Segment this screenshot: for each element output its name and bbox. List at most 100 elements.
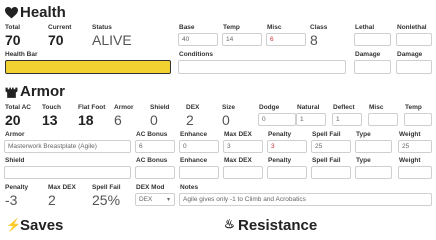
dex-mod-select[interactable]: DEX ▾ (135, 193, 175, 206)
misc-input[interactable]: 6 (266, 33, 306, 46)
armor-misc-input[interactable] (368, 113, 398, 126)
armor-penalty-total-label: Penalty (5, 184, 29, 191)
deflect-label: Deflect (333, 104, 355, 111)
chevron-down-icon: ▾ (166, 197, 170, 203)
health-bar (5, 60, 171, 74)
shield-item-enhance-label: Enhance (180, 157, 208, 164)
conditions-input[interactable] (178, 60, 346, 74)
armor-item-ac-bonus-input[interactable]: 6 (135, 140, 175, 153)
health-title: Health (20, 4, 66, 21)
current-value: 70 (48, 32, 64, 48)
total-label: Total (5, 24, 21, 31)
shield-item-label: Shield (5, 157, 25, 164)
armor-item-enhance-label: Enhance (180, 131, 208, 138)
armor-item-weight-label: Weight (399, 131, 421, 138)
armor-title: Armor (20, 83, 66, 100)
notes-label: Notes (180, 184, 199, 191)
misc-label: Misc (267, 24, 282, 31)
armor-item-ac-bonus-label: AC Bonus (136, 131, 168, 138)
heart-icon (5, 7, 18, 19)
natural-label: Natural (297, 104, 320, 111)
total-ac-value: 20 (5, 112, 21, 128)
shield-item-penalty-label: Penalty (268, 157, 292, 164)
dodge-input[interactable]: 0 (258, 113, 296, 126)
damage-input-2[interactable] (396, 60, 432, 74)
shield-item-ac-bonus-input[interactable] (135, 166, 175, 179)
armor-item-label: Armor (5, 131, 25, 138)
max-dex-total-label: Max DEX (48, 184, 76, 191)
armor-item-max-dex-label: Max DEX (224, 131, 252, 138)
natural-input[interactable]: 1 (296, 113, 326, 126)
shield-item-max-dex-label: Max DEX (224, 157, 252, 164)
damage-label: Damage (355, 51, 381, 58)
flat-foot-label: Flat Foot (78, 104, 106, 111)
temp-label: Temp (223, 24, 240, 31)
armor-item-penalty-label: Penalty (268, 131, 292, 138)
shield-item-spell-fail-label: Spell Fail (312, 157, 341, 164)
class-value: 8 (310, 32, 318, 48)
dex-label: DEX (186, 104, 200, 111)
status-value: ALIVE (92, 32, 132, 48)
shield-item-spell-fail-input[interactable] (311, 166, 351, 179)
armor-item-input[interactable]: Masterwork Breastplate (Agile) (4, 140, 131, 153)
dex-mod-selected: DEX (139, 196, 153, 203)
shield-item-weight-label: Weight (399, 157, 421, 164)
conditions-label: Conditions (179, 51, 213, 58)
dex-value: 2 (186, 112, 194, 128)
shield-item-penalty-input[interactable] (267, 166, 307, 179)
shield-bonus-label: Shield (150, 104, 170, 111)
armor-item-type-label: Type (356, 131, 371, 138)
nonlethal-label: Nonlethal (397, 24, 427, 31)
armor-item-spell-fail-input[interactable]: 25 (311, 140, 351, 153)
lightning-icon: ⚡ (6, 218, 21, 232)
armor-item-enhance-input[interactable]: 0 (179, 140, 219, 153)
touch-label: Touch (42, 104, 62, 111)
nonlethal-input[interactable] (396, 33, 432, 46)
flame-icon: ♨ (224, 217, 235, 231)
flat-foot-value: 18 (78, 112, 94, 128)
max-dex-total-value: 2 (48, 192, 56, 208)
damage-input[interactable] (354, 60, 391, 74)
spell-fail-total-label: Spell Fail (92, 184, 121, 191)
temp-input[interactable]: 14 (222, 33, 262, 46)
resistance-title: Resistance (238, 217, 318, 234)
shield-item-type-input[interactable] (355, 166, 392, 179)
shield-item-enhance-input[interactable] (179, 166, 219, 179)
dodge-label: Dodge (259, 104, 280, 111)
saves-title: Saves (20, 217, 64, 234)
touch-value: 13 (42, 112, 58, 128)
shield-item-ac-bonus-label: AC Bonus (136, 157, 168, 164)
shield-item-input[interactable] (4, 166, 131, 179)
dex-mod-label: DEX Mod (136, 184, 165, 191)
armor-item-type-input[interactable] (355, 140, 392, 153)
base-input[interactable]: 40 (178, 33, 218, 46)
armor-temp-label: Temp (405, 104, 422, 111)
notes-input[interactable]: Agile gives only -1 to Climb and Acrobat… (179, 193, 432, 206)
current-label: Current (48, 24, 72, 31)
total-ac-label: Total AC (5, 104, 31, 111)
size-value: 0 (222, 112, 230, 128)
shield-item-max-dex-input[interactable] (223, 166, 263, 179)
lethal-input[interactable] (354, 33, 391, 46)
armor-item-spell-fail-label: Spell Fail (312, 131, 341, 138)
status-label: Status (92, 24, 112, 31)
armor-bonus-label: Armor (114, 104, 134, 111)
class-label: Class (310, 24, 328, 31)
armor-item-weight-input[interactable]: 25 (398, 140, 432, 153)
total-value: 70 (5, 32, 21, 48)
armor-bonus-value: 6 (114, 112, 122, 128)
lethal-label: Lethal (355, 24, 375, 31)
castle-icon (5, 87, 18, 98)
armor-item-penalty-input[interactable]: 3 (267, 140, 307, 153)
damage-label-2: Damage (397, 51, 423, 58)
armor-item-max-dex-input[interactable]: 3 (223, 140, 263, 153)
spell-fail-total-value: 25% (92, 192, 121, 208)
health-bar-label: Health Bar (5, 51, 38, 58)
shield-bonus-value: 0 (150, 112, 158, 128)
shield-item-type-label: Type (356, 157, 371, 164)
base-label: Base (179, 24, 195, 31)
armor-penalty-total-value: -3 (5, 192, 18, 208)
armor-temp-input[interactable] (404, 113, 432, 126)
deflect-input[interactable]: 1 (332, 113, 362, 126)
shield-item-weight-input[interactable] (398, 166, 432, 179)
